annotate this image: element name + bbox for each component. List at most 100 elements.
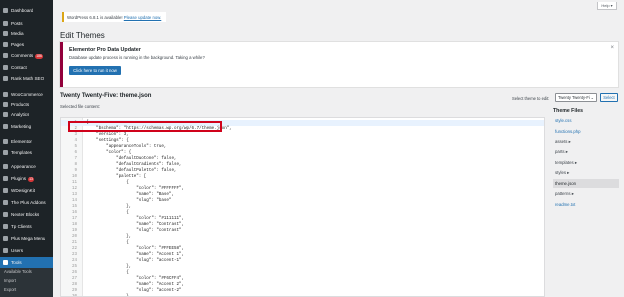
- sidebar-item-label: Rank Math SEO: [11, 76, 45, 81]
- sidebar-item-wdesignkit[interactable]: WDesignKit: [0, 185, 53, 196]
- theme-select[interactable]: Twenty Twenty-Fi ⌄: [555, 93, 597, 102]
- update-notice: WordPress 6.8.1 is available! Please upd…: [62, 12, 166, 22]
- sidebar-item-label: Comments 186: [11, 52, 44, 59]
- sidebar-item-label: Media: [11, 31, 24, 36]
- sidebar-item-label: Marketing: [11, 124, 32, 129]
- menu-icon: [3, 53, 8, 58]
- menu-icon: [3, 139, 8, 144]
- sidebar-item-label: WDesignKit: [11, 188, 35, 193]
- sidebar-item-rank-math-seo[interactable]: Rank Math SEO: [0, 73, 53, 84]
- sidebar-item-pages[interactable]: Pages: [0, 39, 53, 50]
- close-icon[interactable]: ×: [610, 45, 614, 51]
- menu-icon: [3, 260, 8, 265]
- menu-icon: [3, 92, 8, 97]
- sidebar-item-label: Pages: [11, 42, 25, 47]
- sidebar-item-label: Users: [11, 248, 23, 253]
- elementor-notice-title: Elementor Pro Data Updater: [69, 47, 141, 53]
- update-now-link[interactable]: Please update now.: [124, 15, 162, 20]
- admin-sidebar: Dashboard Posts Media Pages Comments 186 Conta…: [0, 0, 53, 297]
- submenu-item-available-tools[interactable]: Available Tools: [0, 267, 53, 275]
- theme-file-item[interactable]: parts ▸: [553, 148, 619, 157]
- menu-icon: [3, 150, 8, 155]
- code-editor[interactable]: 1{2 "$schema": "https://schemas.wp.org/w…: [60, 117, 545, 297]
- sidebar-item-users[interactable]: Users: [0, 245, 53, 256]
- menu-icon: [3, 76, 8, 81]
- sidebar-item-label: Tp Clients: [11, 224, 32, 229]
- sidebar-item-label: Elementor: [11, 139, 32, 144]
- help-tab[interactable]: Help ▾: [597, 2, 617, 10]
- menu-icon: [3, 164, 8, 169]
- sidebar-item-contact[interactable]: Contact: [0, 62, 53, 73]
- help-label: Help: [601, 3, 610, 8]
- menu-icon: [3, 248, 8, 253]
- sidebar-item-label: Templates: [11, 150, 32, 155]
- sidebar-item-dashboard[interactable]: Dashboard: [0, 5, 53, 16]
- menu-icon: [3, 8, 8, 13]
- theme-file-item[interactable]: patterns ▸: [553, 190, 619, 199]
- menu-icon: [3, 31, 8, 36]
- sidebar-item-label: Appearance: [11, 164, 36, 169]
- menu-icon: [3, 102, 8, 107]
- count-badge: 186: [34, 53, 44, 59]
- theme-file-item[interactable]: assets ▸: [553, 137, 619, 146]
- submenu-item-import[interactable]: Import: [0, 276, 53, 284]
- sidebar-item-plugins[interactable]: Plugins 13: [0, 173, 53, 184]
- sidebar-item-label: Nexter Blocks: [11, 212, 40, 217]
- sidebar-item-label: Products: [11, 102, 30, 107]
- sidebar-item-plus-mega-menu[interactable]: Plus Mega Menu: [0, 233, 53, 244]
- sidebar-item-elementor[interactable]: Elementor: [0, 136, 53, 147]
- menu-icon: [3, 224, 8, 229]
- theme-file-item[interactable]: functions.php: [553, 127, 619, 136]
- sidebar-item-label: Dashboard: [11, 8, 34, 13]
- submenu-item-export[interactable]: Export: [0, 285, 53, 293]
- theme-files-heading: Theme Files: [553, 108, 583, 114]
- sidebar-item-label: Plus Mega Menu: [11, 236, 46, 241]
- sidebar-item-analytics[interactable]: Analytics: [0, 109, 53, 120]
- theme-select-value: Twenty Twenty-Fi: [558, 95, 590, 100]
- elementor-notice: Elementor Pro Data Updater Database upda…: [60, 42, 618, 87]
- run-update-button[interactable]: Click here to run it now: [69, 66, 121, 75]
- highlight-box: [68, 121, 222, 132]
- sidebar-item-label: Plugins 13: [11, 175, 35, 182]
- theme-file-item[interactable]: templates ▸: [553, 158, 619, 167]
- count-badge: 13: [27, 176, 35, 182]
- menu-icon: [3, 112, 8, 117]
- sidebar-item-media[interactable]: Media: [0, 28, 53, 39]
- theme-file-item[interactable]: theme.json: [553, 179, 619, 188]
- theme-file-item[interactable]: styles ▸: [553, 169, 619, 178]
- sidebar-item-label: Contact: [11, 65, 27, 70]
- menu-icon: [3, 65, 8, 70]
- menu-icon: [3, 21, 8, 26]
- elementor-notice-desc: Database update process is running in th…: [69, 55, 205, 60]
- sidebar-item-templates[interactable]: Templates: [0, 147, 53, 158]
- sidebar-item-the-plus-addons[interactable]: The Plus Addons: [0, 197, 53, 208]
- sidebar-item-appearance[interactable]: Appearance: [0, 161, 53, 172]
- sidebar-item-label: The Plus Addons: [11, 200, 46, 205]
- menu-icon: [3, 176, 8, 181]
- selected-file-label: Selected file content:: [60, 104, 100, 109]
- theme-file-item[interactable]: style.css: [553, 116, 619, 125]
- file-heading: Twenty Twenty-Five: theme.json: [60, 93, 152, 99]
- menu-icon: [3, 188, 8, 193]
- sidebar-item-marketing[interactable]: Marketing: [0, 121, 53, 132]
- wp-admin-screen: Dashboard Posts Media Pages Comments 186 Conta…: [0, 0, 624, 297]
- menu-icon: [3, 42, 8, 47]
- sidebar-item-comments[interactable]: Comments 186: [0, 50, 53, 61]
- sidebar-item-tp-clients[interactable]: Tp Clients: [0, 221, 53, 232]
- menu-icon: [3, 124, 8, 129]
- menu-icon: [3, 236, 8, 241]
- menu-icon: [3, 212, 8, 217]
- chevron-down-icon: ⌄: [590, 95, 594, 100]
- sidebar-item-label: WooCommerce: [11, 92, 43, 97]
- sidebar-item-label: Posts: [11, 21, 23, 26]
- page-title: Edit Themes: [60, 31, 105, 40]
- theme-file-item[interactable]: readme.txt: [553, 200, 619, 209]
- menu-icon: [3, 200, 8, 205]
- select-button[interactable]: Select: [600, 93, 618, 102]
- chevron-down-icon: ▾: [610, 3, 613, 8]
- select-theme-label: Select theme to edit:: [512, 96, 550, 101]
- update-notice-text: WordPress 6.8.1 is available!: [67, 14, 123, 20]
- sidebar-item-label: Analytics: [11, 112, 30, 117]
- sidebar-item-nexter-blocks[interactable]: Nexter Blocks: [0, 209, 53, 220]
- sidebar-item-label: Tools: [11, 260, 22, 265]
